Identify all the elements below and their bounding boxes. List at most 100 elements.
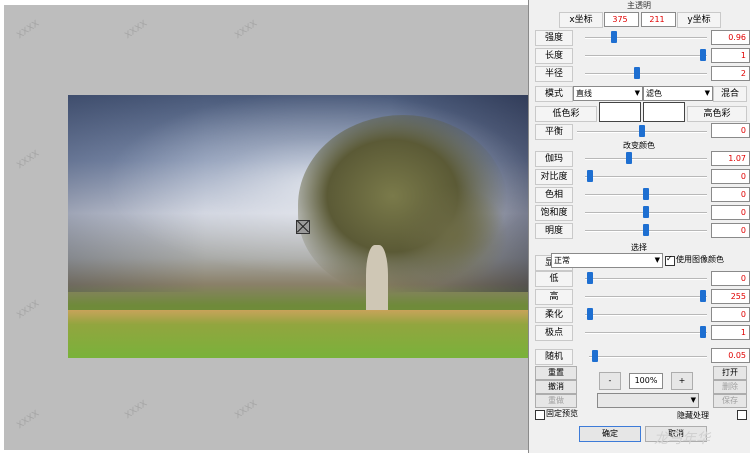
random-slider-thumb[interactable] [592, 350, 598, 362]
color-value-3[interactable]: 0 [711, 205, 750, 220]
hide-process-checkbox[interactable] [737, 410, 747, 420]
watermark-text: XXXX [15, 148, 42, 172]
settings-panel: 主透明 x坐标 375 211 y坐标 强度 0.96 长度 1 半径 2 模式 直线 ▼ … [528, 0, 750, 453]
balance-value[interactable]: 0 [711, 123, 750, 138]
color-slider-thumb-3[interactable] [643, 206, 649, 218]
open-button[interactable]: 打开 [713, 366, 747, 380]
main-slider-thumb-1[interactable] [700, 49, 706, 61]
use-image-color-label: 使用图像颜色 [676, 255, 724, 264]
random-slider-track[interactable] [589, 356, 707, 358]
main-slider-thumb-0[interactable] [611, 31, 617, 43]
random-label: 随机 [535, 349, 573, 365]
select-slider-track-3[interactable] [585, 332, 707, 334]
color-slider-track-0[interactable] [585, 158, 707, 160]
select-slider-thumb-2[interactable] [587, 308, 593, 320]
x-coord-value[interactable]: 375 [604, 12, 639, 27]
main-label-0: 强度 [535, 30, 573, 46]
watermark-text: XXXX [123, 398, 150, 422]
watermark-text: XXXX [15, 408, 42, 432]
select-slider-track-0[interactable] [585, 278, 707, 280]
color-slider-thumb-0[interactable] [626, 152, 632, 164]
color-value-0[interactable]: 1.07 [711, 151, 750, 166]
redo-button[interactable]: 重做 [535, 394, 577, 408]
zoom-level: 100% [629, 373, 663, 389]
display-select[interactable]: 正常 ▼ [551, 253, 663, 268]
low-color-swatch[interactable] [599, 102, 641, 122]
select-slider-thumb-3[interactable] [700, 326, 706, 338]
save-button[interactable]: 保存 [713, 394, 747, 408]
color-slider-thumb-4[interactable] [643, 224, 649, 236]
main-value-1[interactable]: 1 [711, 48, 750, 63]
watermark-text: XXXX [15, 298, 42, 322]
mode-select-value: 直线 [576, 89, 592, 98]
use-image-color-checkbox[interactable]: ✓ [665, 254, 675, 266]
color-value-4[interactable]: 0 [711, 223, 750, 238]
zoom-out-button[interactable]: - [599, 372, 621, 390]
main-value-0[interactable]: 0.96 [711, 30, 750, 45]
select-value-2[interactable]: 0 [711, 307, 750, 322]
display-select-value: 正常 [554, 256, 570, 265]
undo-button[interactable]: 撤消 [535, 380, 577, 394]
delete-button[interactable]: 删除 [713, 380, 747, 394]
balance-slider-thumb[interactable] [639, 125, 645, 137]
change-color-title: 改变颜色 [623, 141, 655, 150]
fixed-preview-checkbox[interactable] [535, 410, 545, 420]
color-value-1[interactable]: 0 [711, 169, 750, 184]
color-label-2: 色相 [535, 187, 573, 203]
select-label-2: 柔化 [535, 307, 573, 323]
color-slider-thumb-1[interactable] [587, 170, 593, 182]
chevron-down-icon: ▼ [634, 89, 640, 97]
select-slider-track-1[interactable] [585, 296, 707, 298]
select-slider-thumb-0[interactable] [587, 272, 593, 284]
main-slider-track-2[interactable] [585, 73, 707, 75]
reset-button[interactable]: 重置 [535, 366, 577, 380]
blend-select[interactable]: 滤色 ▼ [643, 86, 713, 101]
y-coord-value[interactable]: 211 [641, 12, 676, 27]
main-label-1: 长度 [535, 48, 573, 64]
y-coord-label: y坐标 [677, 12, 721, 28]
color-value-2[interactable]: 0 [711, 187, 750, 202]
color-label-4: 明度 [535, 223, 573, 239]
main-slider-thumb-2[interactable] [634, 67, 640, 79]
high-color-swatch[interactable] [643, 102, 685, 122]
select-slider-thumb-1[interactable] [700, 290, 706, 302]
select-value-1[interactable]: 255 [711, 289, 750, 304]
main-value-2[interactable]: 2 [711, 66, 750, 81]
mode-select[interactable]: 直线 ▼ [573, 86, 643, 101]
zoom-in-button[interactable]: + [671, 372, 693, 390]
select-label-1: 高 [535, 289, 573, 305]
tree-trunk [366, 245, 388, 320]
select-value-0[interactable]: 0 [711, 271, 750, 286]
preset-select[interactable]: ▼ [597, 393, 699, 408]
color-label-0: 伽玛 [535, 151, 573, 167]
hide-process-label: 隐藏处理 [677, 411, 709, 420]
panel-title: 主透明 [627, 1, 651, 10]
select-value-3[interactable]: 1 [711, 325, 750, 340]
select-label-3: 极点 [535, 325, 573, 341]
color-slider-thumb-2[interactable] [643, 188, 649, 200]
main-slider-track-1[interactable] [585, 55, 707, 57]
watermark-text: XXXX [123, 18, 150, 42]
chevron-down-icon: ▼ [704, 89, 710, 97]
select-title: 选择 [631, 243, 647, 252]
blend-select-value: 滤色 [646, 89, 662, 98]
watermark-text: XXXX [233, 18, 260, 42]
mix-label: 混合 [713, 86, 747, 102]
x-coord-label: x坐标 [559, 12, 603, 28]
low-color-label: 低色彩 [535, 106, 597, 122]
random-value[interactable]: 0.05 [711, 348, 750, 363]
select-slider-track-2[interactable] [585, 314, 707, 316]
checkmark-icon: ✓ [666, 254, 673, 263]
balance-label: 平衡 [535, 124, 573, 140]
center-point-handle[interactable] [296, 220, 310, 234]
grass-field [68, 310, 528, 358]
corner-watermark: 龙马年华 [654, 431, 710, 447]
color-label-1: 对比度 [535, 169, 573, 185]
color-slider-track-1[interactable] [585, 176, 707, 178]
main-slider-track-0[interactable] [585, 37, 707, 39]
main-label-2: 半径 [535, 66, 573, 82]
ok-button[interactable]: 确定 [579, 426, 641, 442]
high-color-label: 高色彩 [687, 106, 747, 122]
color-label-3: 饱和度 [535, 205, 573, 221]
watermark-text: XXXX [15, 18, 42, 42]
